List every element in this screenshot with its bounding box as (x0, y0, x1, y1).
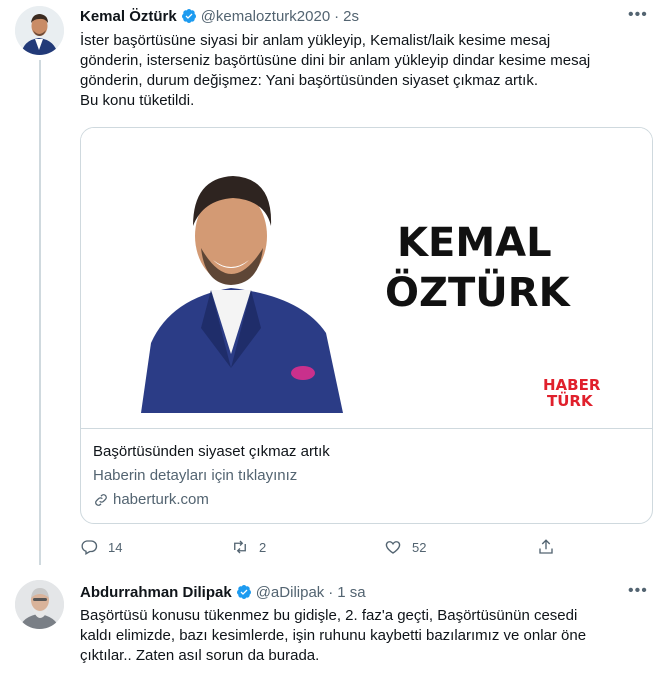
card-description: Haberin detayları için tıklayınız (93, 467, 298, 484)
link-icon (93, 492, 109, 508)
link-preview-card[interactable]: KEMAL ÖZTÜRK HABER TÜRK Başörtüsünden si… (80, 127, 653, 524)
reply-button[interactable]: 14 (80, 537, 122, 557)
avatar-abdurrahman-dilipak[interactable] (15, 580, 64, 629)
more-icon[interactable]: ••• (628, 582, 648, 600)
card-info[interactable]: Başörtüsünden siyaset çıkmaz artık Haber… (81, 428, 652, 523)
more-icon[interactable]: ••• (628, 6, 648, 24)
separator-dot: · (334, 7, 340, 25)
verified-badge-icon (236, 584, 252, 600)
tweet-2-header: Abdurrahman Dilipak @aDilipak · 1 sa (80, 582, 366, 602)
retweet-count: 2 (259, 539, 267, 555)
svg-text:TÜRK: TÜRK (547, 391, 594, 410)
tweet-1-header: Kemal Öztürk @kemalozturk2020 · 2s (80, 6, 359, 26)
card-domain: haberturk.com (113, 491, 209, 508)
author-handle[interactable]: @aDilipak (256, 584, 325, 601)
card-title: Başörtüsünden siyaset çıkmaz artık (93, 443, 330, 460)
tweet-timestamp[interactable]: 2s (343, 8, 359, 25)
tweet-timestamp[interactable]: 1 sa (337, 584, 365, 601)
banner-name-line2: ÖZTÜRK (385, 268, 572, 316)
card-domain-row: haberturk.com (93, 491, 209, 508)
separator-dot: · (328, 583, 334, 601)
avatar-kemal-ozturk[interactable] (15, 6, 64, 55)
thread-connector-line (39, 60, 41, 565)
author-name[interactable]: Kemal Öztürk (80, 8, 177, 25)
reply-count: 14 (108, 539, 123, 555)
share-icon (539, 539, 553, 554)
author-handle[interactable]: @kemalozturk2020 (201, 8, 330, 25)
retweet-icon (234, 540, 246, 554)
card-image[interactable]: KEMAL ÖZTÜRK HABER TÜRK (81, 128, 652, 428)
like-count: 52 (412, 539, 427, 555)
tweet-1-text: İster başörtüsüne siyasi bir anlam yükle… (80, 32, 591, 109)
tweet-2-text: Başörtüsü konusu tükenmez bu gidişle, 2.… (80, 607, 587, 664)
share-button[interactable] (537, 537, 565, 557)
verified-badge-icon (181, 8, 197, 24)
retweet-button[interactable]: 2 (231, 537, 266, 557)
like-icon (385, 541, 401, 554)
banner-name-line1: KEMAL (397, 220, 552, 266)
author-name[interactable]: Abdurrahman Dilipak (80, 584, 232, 601)
haberturk-logo: HABER TÜRK (543, 376, 601, 410)
like-button[interactable]: 52 (384, 537, 426, 557)
reply-icon (81, 540, 98, 555)
